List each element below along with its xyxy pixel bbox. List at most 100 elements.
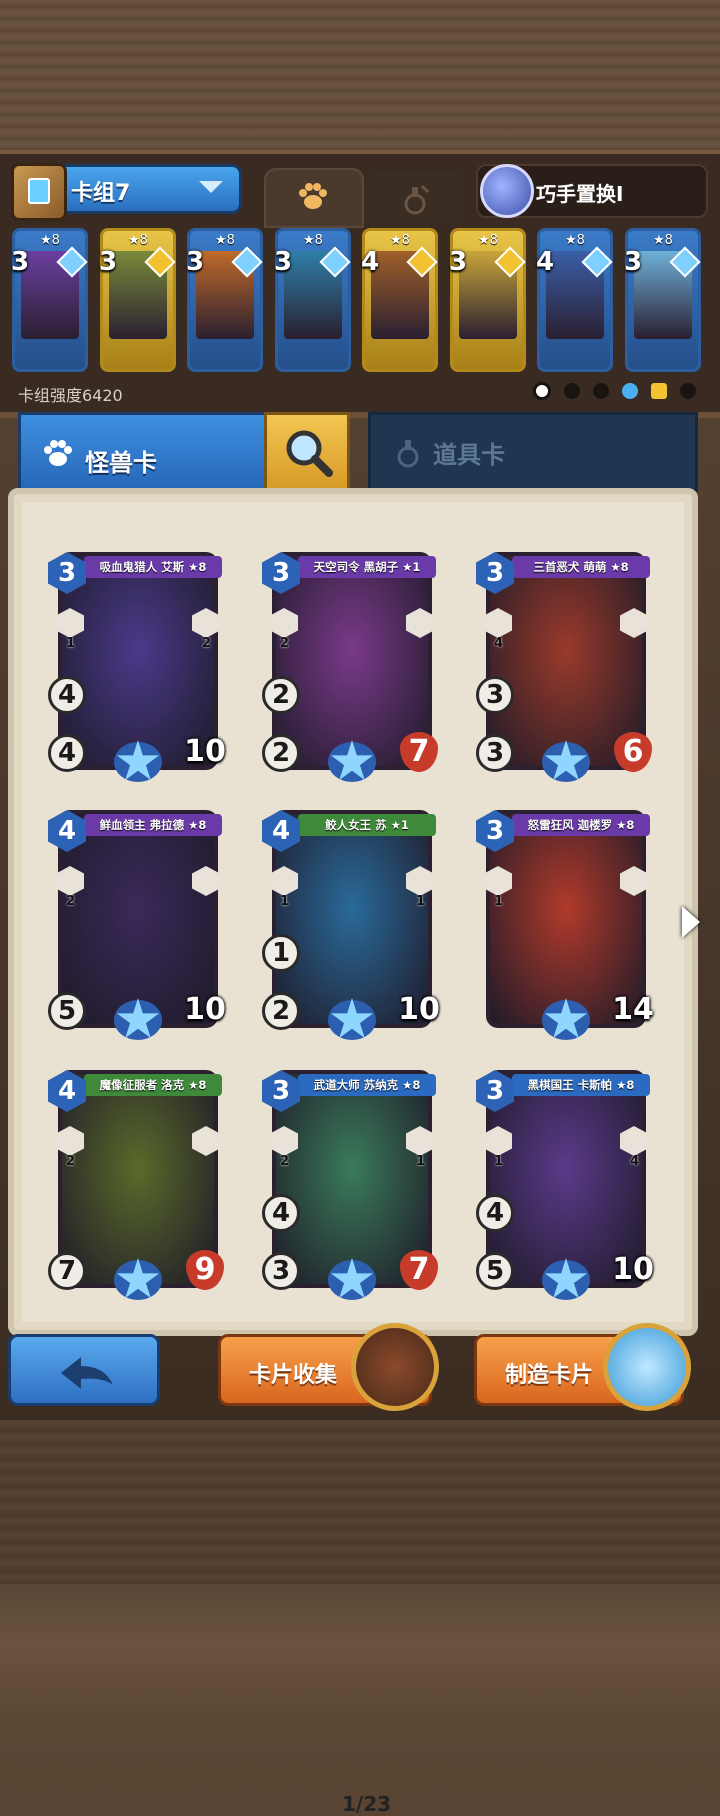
card-name: 天空司令 黑胡子 ★1: [298, 556, 436, 578]
card-collection-panel: 吸血鬼猎人 艾斯 ★8 3 1 2 4 4 10 天空司令 黑胡子 ★1 3 2 2 2 7 三首恶犬 萌…: [8, 488, 698, 1816]
deck-card-footer: [111, 341, 167, 363]
card-collection-label: 卡片收集: [249, 1363, 338, 1388]
skill-label: 巧手置换I: [536, 182, 624, 206]
card-health: 9: [186, 1250, 224, 1290]
ability-left-value: 2: [280, 636, 290, 651]
deck-select-dropdown[interactable]: 卡组7: [11, 163, 242, 221]
card-attack: 5: [48, 992, 86, 1030]
deck-card-footer: [198, 341, 254, 363]
monster-card[interactable]: 怒雷狂风 迦楼罗 ★8 3 1 14: [476, 810, 654, 1040]
card-name: 怒雷狂风 迦楼罗 ★8: [512, 814, 650, 836]
deck-card-footer: [636, 341, 692, 363]
ability-left-value: 4: [494, 636, 504, 651]
card-health: 10: [184, 992, 226, 1027]
deck-card-cost: 4: [361, 247, 380, 277]
deck-card[interactable]: ★8 3: [99, 228, 176, 372]
deck-card-footer: [286, 341, 342, 363]
wood-background-bottom: [0, 1420, 720, 1584]
deck-card[interactable]: ★8 3: [186, 228, 263, 372]
deck-card-cost: 4: [536, 247, 555, 277]
monster-card[interactable]: 魔像征服者 洛克 ★8 4 2 7 9: [48, 1070, 224, 1300]
deck-card-stars: ★8: [390, 233, 410, 248]
deck-card-stars: ★8: [40, 233, 60, 248]
skill-slot[interactable]: 巧手置换I: [476, 164, 708, 218]
tornado-icon: [650, 382, 667, 399]
chevron-down-icon: [199, 181, 223, 193]
monster-card[interactable]: 三首恶犬 萌萌 ★8 3 4 3 3 6: [476, 552, 652, 782]
search-icon: [286, 430, 333, 477]
water-drop-icon: [621, 382, 638, 399]
deck-card-row: ★8 3 ★8 3 ★8 3 ★8 3 ★8 4 ★8 3 ★8 4 ★8 3: [11, 228, 708, 376]
craft-card-button[interactable]: 制造卡片: [474, 1323, 691, 1411]
monster-card[interactable]: 吸血鬼猎人 艾斯 ★8 3 1 2 4 4 10: [48, 552, 226, 782]
ability-left-value: 2: [280, 1154, 290, 1169]
card-health: 14: [612, 992, 654, 1027]
card-attack: 7: [48, 1252, 86, 1290]
tab-monster-cards[interactable]: 怪兽卡: [18, 412, 268, 492]
card-name: 鲜血领主 弗拉德 ★8: [84, 814, 222, 836]
deck-card-cost: 3: [186, 247, 205, 277]
back-button[interactable]: [8, 1334, 160, 1406]
ability-left-value: 2: [66, 894, 76, 909]
card-collection-button[interactable]: 卡片收集: [218, 1323, 439, 1411]
deck-card-stars: ★8: [565, 233, 585, 248]
ability-right-value: 1: [416, 1154, 426, 1169]
ability-right-value: 2: [202, 636, 212, 651]
card-attack: 2: [262, 992, 300, 1030]
deck-card-cost: 3: [624, 247, 643, 277]
deck-card[interactable]: ★8 4: [536, 228, 613, 372]
element-icon: [592, 382, 609, 399]
card-secondary-stat: 2: [262, 676, 300, 714]
deck-card-stars: ★8: [478, 233, 498, 248]
card-name: 吸血鬼猎人 艾斯 ★8: [84, 556, 222, 578]
deck-card[interactable]: ★8 4: [361, 228, 438, 372]
card-attack: 4: [48, 734, 86, 772]
deck-card[interactable]: ★8 3: [274, 228, 351, 372]
tab-item-cards[interactable]: 道具卡: [368, 412, 698, 492]
monster-card[interactable]: 鲛人女王 苏 ★1 4 1 1 1 2 10: [262, 810, 440, 1040]
potion-icon: [404, 184, 430, 215]
deck-card[interactable]: ★8 3: [449, 228, 526, 372]
paw-icon: [44, 440, 72, 466]
monster-card[interactable]: 黑棋国王 卡斯帕 ★8 3 1 4 4 5 10: [476, 1070, 654, 1300]
tab-monster-label: 怪兽卡: [85, 449, 157, 477]
ability-left-value: 1: [494, 1154, 504, 1169]
card-art: [276, 556, 428, 766]
card-attack: 5: [476, 1252, 514, 1290]
deck-card-footer: [548, 341, 604, 363]
card-health: 7: [400, 1250, 438, 1290]
deck-power: 卡组强度6420: [18, 386, 123, 405]
deck-card-footer: [373, 341, 429, 363]
card-art: [490, 556, 642, 766]
deck-card-stars: ★8: [215, 233, 235, 248]
potion-icon: [397, 440, 419, 468]
tab-item-label: 道具卡: [433, 441, 505, 469]
card-attack: 2: [262, 734, 300, 772]
deck-card[interactable]: ★8 3: [624, 228, 701, 372]
card-health: 7: [400, 732, 438, 772]
card-art: [62, 1074, 214, 1284]
ability-left-value: 1: [66, 636, 76, 651]
card-secondary-stat: 4: [48, 676, 86, 714]
card-health: 6: [614, 732, 652, 772]
card-secondary-stat: 4: [476, 1194, 514, 1232]
next-page-arrow-icon[interactable]: [682, 906, 700, 938]
ability-left-value: 1: [280, 894, 290, 909]
monster-card[interactable]: 武道大师 苏纳克 ★8 3 2 1 4 3 7: [262, 1070, 438, 1300]
ability-left-value: 2: [66, 1154, 76, 1169]
monster-card[interactable]: 天空司令 黑胡子 ★1 3 2 2 2 7: [262, 552, 438, 782]
tab-monster-deck[interactable]: [264, 168, 364, 228]
card-attack: 3: [262, 1252, 300, 1290]
deck-card-cost: 3: [449, 247, 468, 277]
deck-card[interactable]: ★8 3: [11, 228, 88, 372]
card-book-icon: [351, 1323, 439, 1411]
search-button[interactable]: [264, 412, 350, 492]
card-name: 鲛人女王 苏 ★1: [298, 814, 436, 836]
deck-element-icons: [525, 380, 696, 402]
deck-card-stars: ★8: [303, 233, 323, 248]
wood-background-top: [0, 0, 720, 150]
tab-potion-deck[interactable]: [368, 172, 464, 222]
ability-right-value: 4: [630, 1154, 640, 1169]
monster-card[interactable]: 鲜血领主 弗拉德 ★8 4 2 5 10: [48, 810, 226, 1040]
card-secondary-stat: 1: [262, 934, 300, 972]
